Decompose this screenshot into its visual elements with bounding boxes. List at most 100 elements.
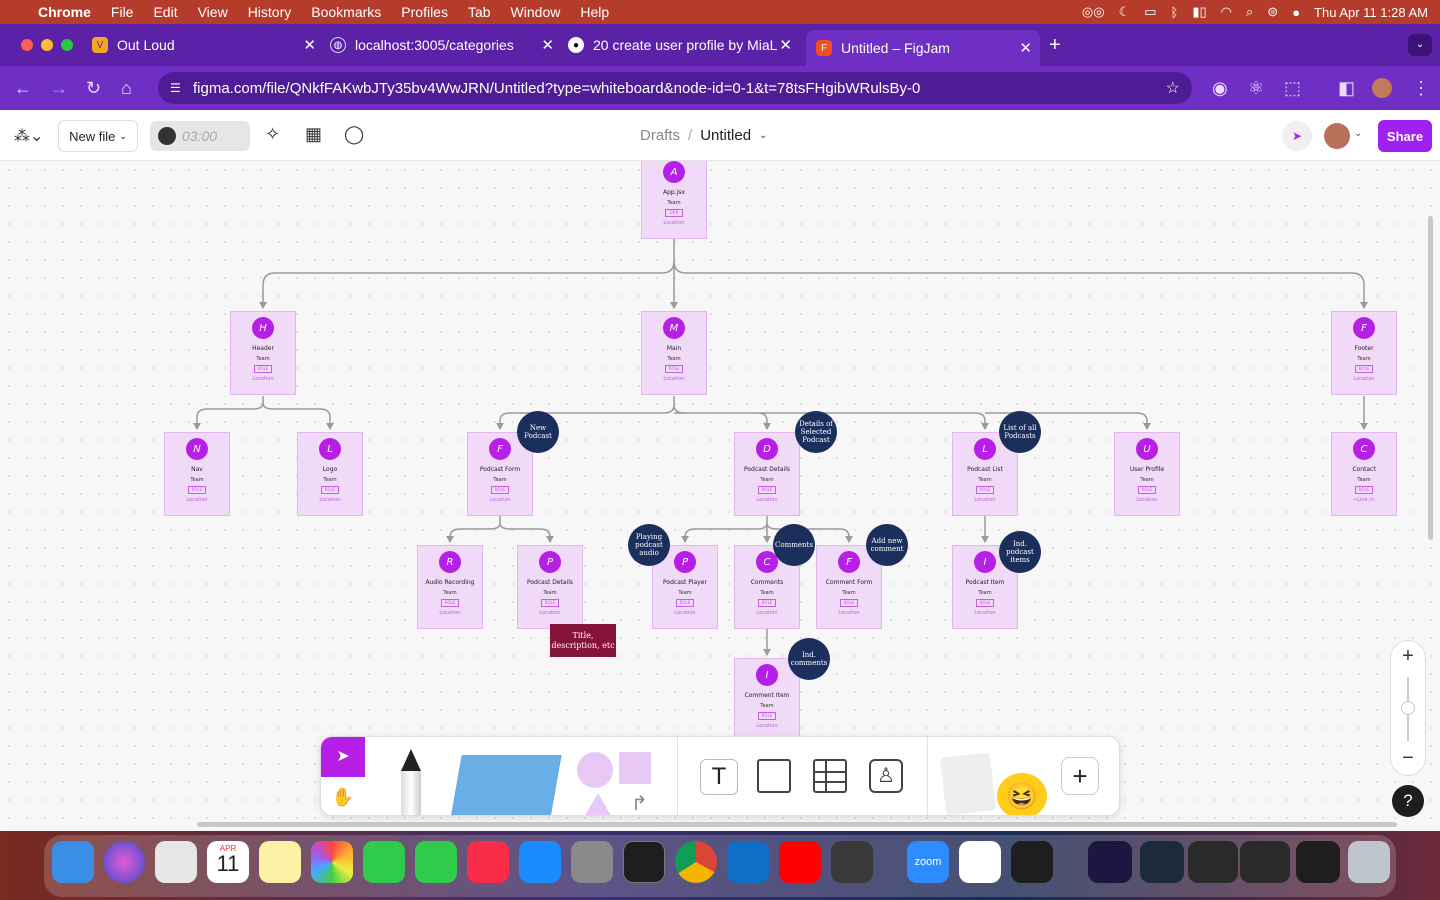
photos-icon[interactable] — [311, 841, 353, 883]
battery-icon[interactable]: ▮▯ — [1192, 4, 1206, 20]
moon-icon[interactable]: ☾ — [1119, 4, 1131, 20]
close-tab-icon[interactable]: ✕ — [1019, 39, 1032, 57]
screen-icon[interactable]: ▭ — [1144, 4, 1156, 20]
tab-out-loud[interactable]: V Out Loud ✕ — [92, 30, 324, 60]
forward-icon[interactable]: → — [50, 78, 68, 99]
share-button[interactable]: Share — [1378, 120, 1432, 152]
templates-icon[interactable]: ▦ — [305, 124, 322, 145]
bubble-new-podcast[interactable]: New Podcast — [517, 411, 559, 453]
emoji-widgets-icon[interactable]: 😆 — [997, 773, 1047, 815]
vertical-scrollbar[interactable] — [1428, 216, 1433, 540]
node-header[interactable]: H Header Team ROLE Location — [230, 311, 296, 395]
text-tool-icon[interactable]: T — [700, 759, 738, 795]
bubble-details-selected[interactable]: Details of Selected Podcast — [795, 411, 837, 453]
node-logo[interactable]: L Logo Team ROLE Location — [297, 432, 363, 516]
bluetooth-icon[interactable]: ᛒ — [1171, 5, 1179, 20]
zoom-out-icon[interactable]: − — [1391, 747, 1425, 770]
new-file-button[interactable]: New file ⌄ — [58, 120, 138, 152]
timer-widget[interactable]: 03:00 — [150, 121, 250, 151]
circle-shape-icon[interactable] — [577, 752, 613, 788]
tab-figjam-untitled[interactable]: F Untitled – FigJam ✕ — [806, 30, 1040, 66]
menu-app-name[interactable]: Chrome — [38, 4, 91, 20]
recent-window-3[interactable] — [1188, 841, 1238, 883]
stamp-tool-icon[interactable]: ♙ — [869, 759, 903, 793]
node-podcast-details-2[interactable]: P Podcast Details Team ROLE Location — [517, 545, 583, 629]
back-icon[interactable]: ← — [14, 78, 32, 99]
bubble-ind-podcast[interactable]: Ind. podcast items — [999, 531, 1041, 573]
zoom-app-icon[interactable]: zoom — [907, 841, 949, 883]
side-panel-icon[interactable]: ◧ — [1338, 78, 1355, 99]
menu-help[interactable]: Help — [580, 4, 609, 20]
site-info-icon[interactable]: ☰ — [170, 81, 181, 95]
breadcrumb-drafts[interactable]: Drafts — [640, 127, 680, 144]
user-avatar[interactable] — [1324, 123, 1350, 149]
more-tools-button[interactable]: + — [1061, 757, 1099, 795]
file-name[interactable]: Untitled — [700, 127, 751, 144]
system-settings-icon[interactable] — [571, 841, 613, 883]
connector-arrow-icon[interactable]: ↱ — [631, 791, 648, 815]
whiteboard-canvas[interactable]: A App.jsx Team ORR Location H Header Team ROLE L… — [0, 161, 1440, 831]
recent-window-2[interactable] — [1140, 841, 1184, 883]
ai-sparkle-icon[interactable]: ✧ — [265, 124, 280, 145]
chrome-icon[interactable] — [675, 841, 717, 883]
bubble-ind-comments[interactable]: Ind. comments — [788, 638, 830, 680]
chrome-menu-icon[interactable]: ⋮ — [1412, 78, 1430, 99]
figma-main-menu-icon[interactable]: ⁂⌄ — [14, 126, 43, 146]
tab-search-button[interactable]: ⌄ — [1408, 34, 1432, 56]
sticky-notes-tool-icon[interactable] — [450, 755, 562, 815]
comment-icon[interactable]: ◯ — [344, 124, 364, 145]
siri-icon[interactable]: ● — [1292, 5, 1300, 20]
menu-bookmarks[interactable]: Bookmarks — [311, 4, 381, 20]
node-main[interactable]: M Main Team ROLE Location — [641, 311, 707, 395]
hand-tool-icon[interactable]: ✋ — [321, 777, 365, 815]
bubble-playing-audio[interactable]: Playing podcast audio — [628, 524, 670, 566]
bubble-add-comment[interactable]: Add new comment — [866, 524, 908, 566]
menu-file[interactable]: File — [111, 4, 134, 20]
search-icon[interactable]: ⌕ — [1246, 4, 1253, 20]
avatar-chevron-icon[interactable]: ⌄ — [1354, 128, 1362, 139]
bookmark-star-icon[interactable]: ☆ — [1166, 78, 1180, 98]
stickers-tool-icon[interactable] — [940, 752, 996, 815]
triangle-shape-icon[interactable] — [583, 793, 613, 815]
home-icon[interactable]: ⌂ — [121, 78, 132, 99]
node-nav[interactable]: N Nav Team ROLE Location — [164, 432, 230, 516]
table-tool-icon[interactable] — [813, 759, 847, 793]
node-app[interactable]: A App.jsx Team ORR Location — [641, 161, 707, 239]
close-tab-icon[interactable]: ✕ — [541, 36, 554, 54]
minimize-window-button[interactable] — [41, 39, 53, 51]
menu-tab[interactable]: Tab — [468, 4, 491, 20]
menu-profiles[interactable]: Profiles — [401, 4, 448, 20]
notes-icon[interactable] — [259, 841, 301, 883]
help-icon[interactable]: ? — [1392, 785, 1424, 817]
launchpad-icon[interactable] — [155, 841, 197, 883]
siri-app-icon[interactable] — [103, 841, 145, 883]
node-footer[interactable]: F Footer Team ROLE Location — [1331, 311, 1397, 395]
wifi-icon[interactable]: ◠ — [1221, 4, 1232, 20]
bubble-list-all[interactable]: List of all Podcasts — [999, 411, 1041, 453]
slack-icon[interactable] — [959, 841, 1001, 883]
close-tab-icon[interactable]: ✕ — [303, 36, 316, 54]
finder-icon[interactable] — [52, 841, 94, 883]
extension-1-icon[interactable]: ◉ — [1212, 78, 1228, 99]
zoom-window-button[interactable] — [61, 39, 73, 51]
calculator-icon[interactable] — [831, 841, 873, 883]
tab-github-pr[interactable]: ● 20 create user profile by MiaL ✕ — [568, 30, 800, 60]
calendar-icon[interactable]: APR 11 — [207, 841, 249, 883]
node-comment-item[interactable]: I Comment Item Team ROLE Location — [734, 658, 800, 742]
messages-icon[interactable] — [363, 841, 405, 883]
select-tool-icon[interactable]: ➤ — [321, 737, 365, 777]
figma-icon[interactable] — [1011, 841, 1053, 883]
menu-history[interactable]: History — [248, 4, 292, 20]
horizontal-scrollbar[interactable] — [197, 822, 1397, 827]
section-tool-icon[interactable] — [757, 759, 791, 793]
square-shape-icon[interactable] — [619, 752, 651, 784]
node-audio-recording[interactable]: R Audio Recording Team ROLE Location — [417, 545, 483, 629]
node-podcast-details[interactable]: D Podcast Details Team ROLE Location — [734, 432, 800, 516]
address-bar[interactable]: ☰ figma.com/file/QNkfFAKwbJTy35bv4WwJRN/… — [158, 72, 1192, 104]
menu-clock[interactable]: Thu Apr 11 1:28 AM — [1314, 5, 1428, 20]
new-tab-button[interactable]: + — [1049, 34, 1061, 57]
trash-icon[interactable] — [1348, 841, 1390, 883]
sticky-note[interactable]: Title, description, etc — [550, 624, 616, 657]
close-tab-icon[interactable]: ✕ — [779, 36, 792, 54]
close-window-button[interactable] — [21, 39, 33, 51]
